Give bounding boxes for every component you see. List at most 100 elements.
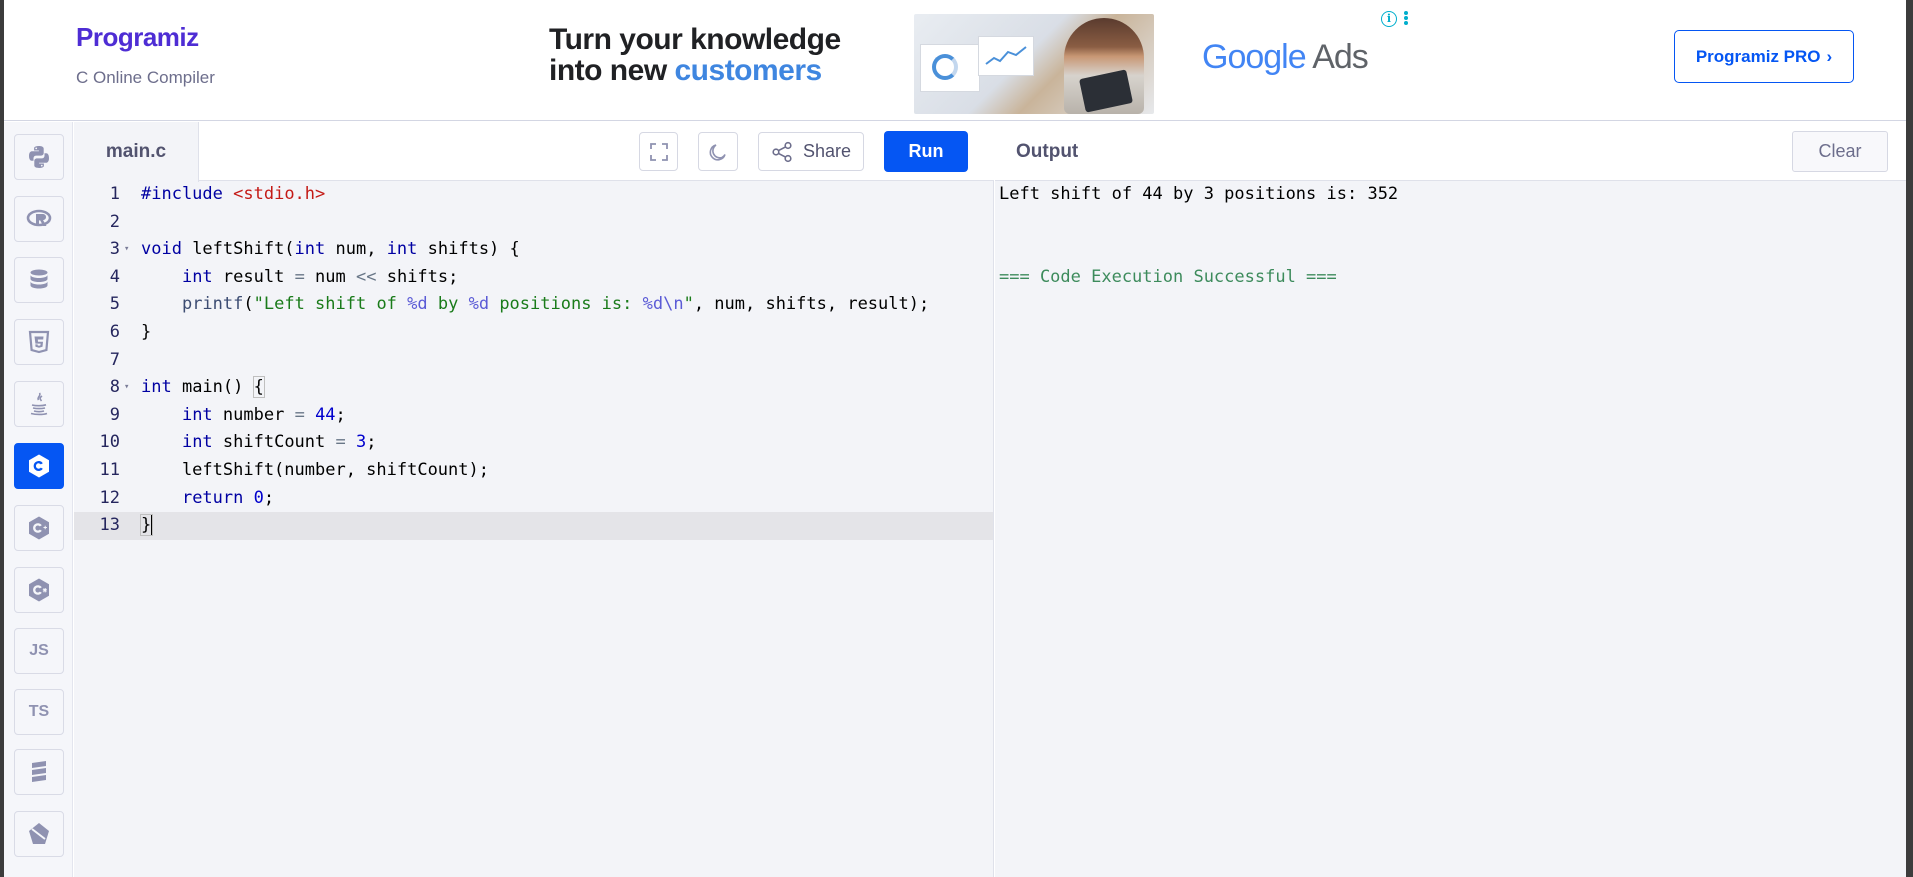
line-number: 2 [109, 211, 120, 232]
expand-icon [649, 142, 668, 161]
output-status-line: === Code Execution Successful === [999, 267, 1337, 287]
line-number: 9 [109, 404, 120, 425]
output-title: Output [1016, 141, 1079, 162]
ad-headline-line2: into new customers [549, 55, 841, 86]
chevron-right-icon: › [1826, 46, 1833, 66]
output-pane: Output Clear Left shift of 44 by 3 posit… [995, 122, 1906, 877]
fold-arrow-icon[interactable]: ▾ [124, 374, 129, 402]
line-number: 5 [109, 294, 120, 315]
sidebar-item-r[interactable] [14, 196, 64, 242]
ad-banner[interactable]: Turn your knowledge into new customers G… [549, 8, 1409, 116]
line-number: 6 [109, 322, 120, 342]
sidebar-item-swift[interactable] [14, 811, 64, 857]
page-subtitle: C Online Compiler [76, 68, 215, 87]
programiz-logo[interactable]: Programiz C Online Compiler [76, 22, 215, 87]
code-text: #include <stdio.h> [141, 184, 326, 204]
code-area[interactable]: 1 #include <stdio.h> 2 3 ▾ void leftShift(i… [74, 181, 993, 877]
line-number: 13 [99, 515, 120, 536]
c-icon [29, 454, 49, 478]
code-line: 3 ▾ void leftShift(int num, int shifts) { [74, 236, 993, 264]
code-line: 5 printf("Left shift of %d by %d positio… [74, 291, 993, 319]
code-text: printf("Left shift of %d by %d positions… [181, 294, 930, 315]
code-line: 9 int number = 44; [74, 402, 993, 430]
ad-headline-prefix: into new [549, 54, 675, 87]
code-text: int shiftCount = 3; [181, 432, 377, 453]
cpp-icon [29, 516, 49, 540]
line-number: 10 [99, 432, 120, 453]
line-number: 1 [109, 184, 120, 204]
sidebar-item-html[interactable] [14, 319, 64, 365]
ad-line-chart-icon [985, 46, 1027, 65]
ad-info-icon[interactable]: i [1381, 11, 1397, 27]
share-button[interactable]: Share [758, 132, 864, 171]
programiz-pro-button[interactable]: Programiz PRO › [1674, 30, 1854, 83]
logo-text: Programiz [76, 22, 199, 52]
editor-toolbar: main.c Share Run [74, 122, 994, 182]
line-number: 8 [109, 377, 120, 398]
output-result-line: Left shift of 44 by 3 positions is: 352 [999, 184, 1399, 204]
sidebar-item-python[interactable] [14, 134, 64, 180]
run-button[interactable]: Run [884, 131, 968, 172]
code-line: 12 return 0; [74, 485, 993, 513]
ad-headline: Turn your knowledge into new customers [549, 24, 841, 86]
sidebar-item-sql[interactable] [14, 257, 64, 303]
code-editor-pane: main.c Share Run 1 #include <stdio.h> 2 3… [74, 122, 994, 877]
code-text: int number = 44; [181, 404, 346, 425]
clear-button[interactable]: Clear [1792, 131, 1888, 172]
stack-icon [32, 761, 46, 782]
python-icon [29, 146, 49, 168]
sidebar-item-java[interactable] [14, 381, 64, 427]
sidebar-item-go[interactable] [14, 749, 64, 795]
pro-button-label: Programiz PRO [1695, 46, 1821, 66]
swift-icon [29, 823, 49, 844]
code-line: 4 int result = num << shifts; [74, 264, 993, 292]
output-toolbar: Output Clear [995, 122, 1906, 181]
line-number: 12 [99, 487, 120, 508]
ad-headline-highlight: customers [674, 54, 823, 87]
csharp-icon [29, 578, 49, 602]
window-frame-right [1906, 0, 1913, 877]
html5-icon [28, 330, 50, 354]
java-icon [30, 392, 48, 416]
js-icon: JS [29, 642, 49, 659]
code-text: return 0; [181, 487, 275, 508]
ads-wordmark: Ads [1312, 38, 1369, 76]
theme-toggle-button[interactable] [698, 132, 738, 171]
sidebar-item-cpp[interactable] [14, 505, 64, 551]
line-number: 7 [109, 349, 120, 370]
share-icon [772, 141, 792, 162]
code-text: int result = num << shifts; [181, 266, 459, 287]
sidebar-item-c[interactable] [14, 443, 64, 489]
sidebar-item-typescript[interactable]: TS [14, 689, 64, 735]
code-line-active: 13} [74, 512, 993, 540]
ad-menu-icon[interactable] [1403, 10, 1409, 28]
code-line: 1 #include <stdio.h> [74, 181, 993, 209]
ad-photo [914, 14, 1154, 114]
language-sidebar: JS TS [4, 122, 73, 877]
code-text: } [141, 322, 152, 342]
code-text: } [139, 514, 154, 537]
ts-icon: TS [28, 703, 50, 720]
code-line: 6} [74, 319, 993, 347]
ad-donut-chart-icon [932, 54, 958, 80]
sidebar-item-javascript[interactable]: JS [14, 628, 64, 674]
code-text: leftShift(number, shiftCount); [141, 460, 489, 480]
sidebar-item-csharp[interactable] [14, 567, 64, 613]
code-line: 8 ▾ int main() { [74, 374, 993, 402]
fold-arrow-icon[interactable]: ▾ [124, 236, 129, 264]
share-label: Share [802, 141, 852, 161]
ad-headline-line1: Turn your knowledge [549, 23, 841, 56]
code-line: 10 int shiftCount = 3; [74, 429, 993, 457]
fullscreen-button[interactable] [639, 132, 678, 171]
code-line: 2 [74, 209, 993, 237]
tab-main-c[interactable]: main.c [74, 122, 199, 182]
line-number: 3 [109, 239, 120, 260]
code-line: 7 [74, 347, 993, 375]
database-icon [30, 269, 48, 289]
r-icon [26, 209, 52, 227]
header: Programiz C Online Compiler Turn your kn… [4, 0, 1906, 121]
code-text: void leftShift(int num, int shifts) { [141, 239, 520, 260]
code-text: int main() { [141, 376, 265, 399]
google-ads-logo: Google Ads [1202, 38, 1369, 77]
moon-icon [709, 143, 726, 161]
